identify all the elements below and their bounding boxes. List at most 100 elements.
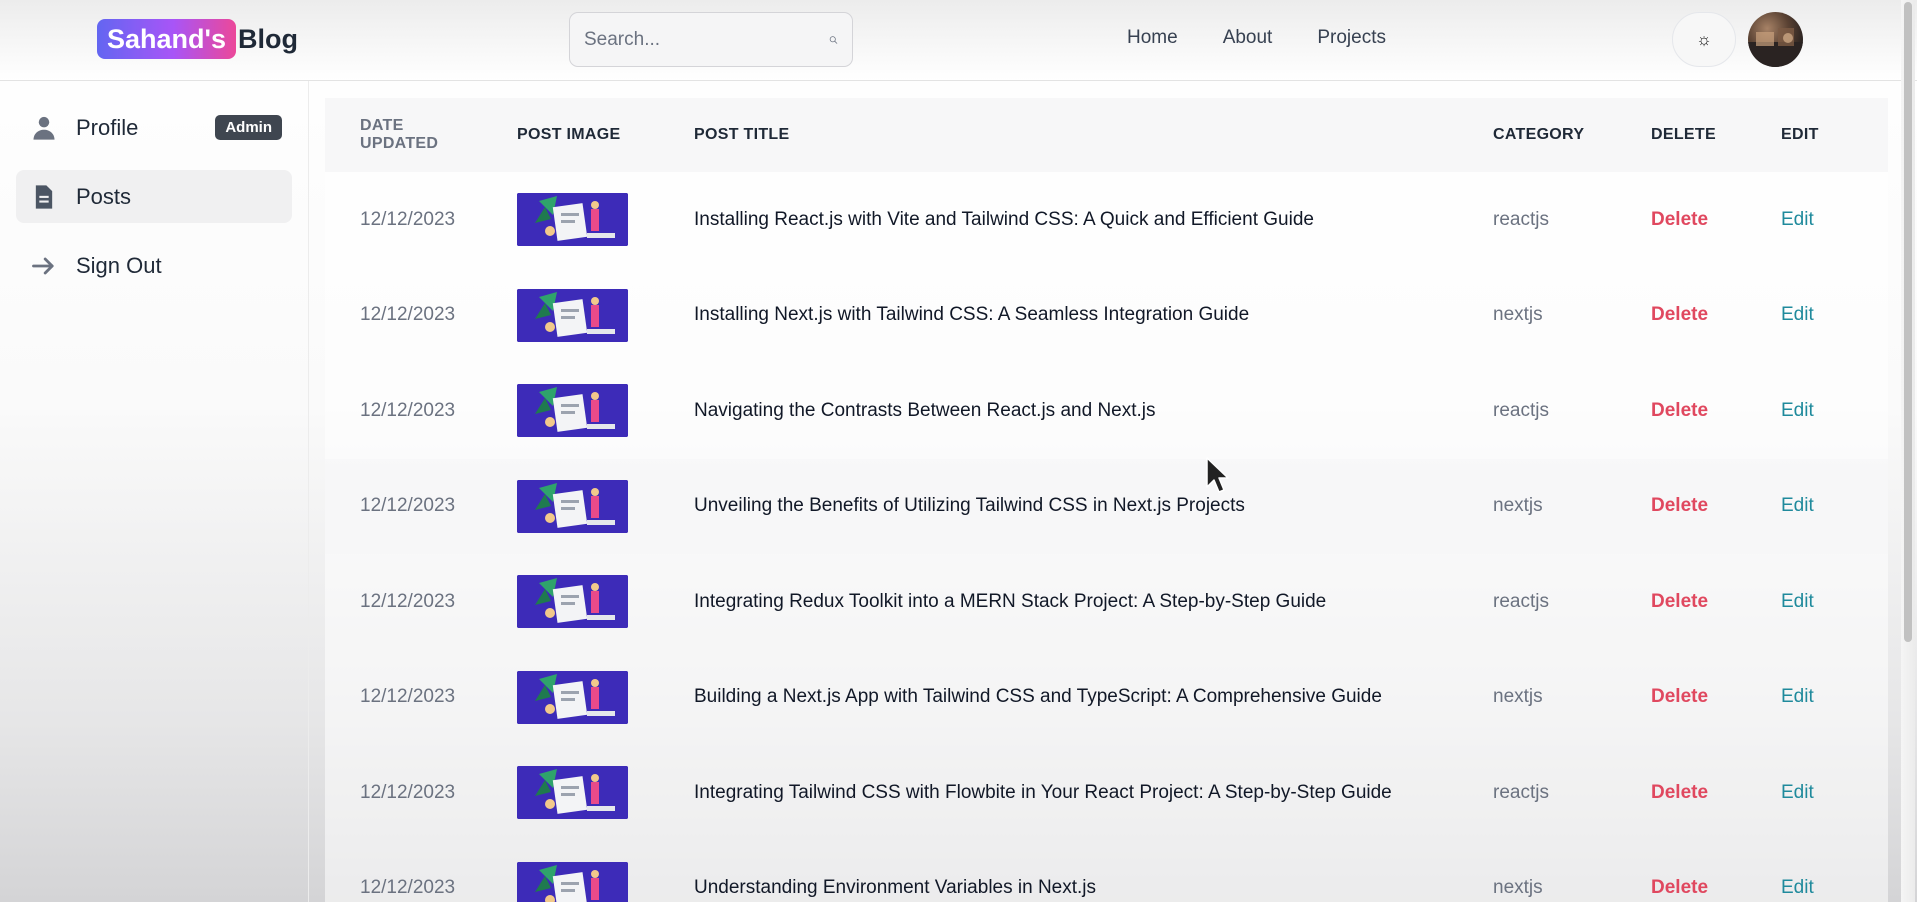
table-row: 12/12/2023 Installing Next.js with Tailwi… — [325, 267, 1888, 364]
sun-icon: ☼ — [1696, 29, 1712, 49]
post-title-link[interactable]: Building a Next.js App with Tailwind CSS… — [694, 650, 1493, 746]
avatar-image — [1748, 28, 1803, 67]
post-date: 12/12/2023 — [360, 877, 456, 899]
header-post-image: POST IMAGE — [517, 98, 694, 172]
avatar[interactable] — [1748, 12, 1803, 67]
post-title-link[interactable]: Integrating Tailwind CSS with Flowbite i… — [694, 745, 1493, 841]
header-edit: EDIT — [1781, 98, 1888, 172]
nav-about-link[interactable]: About — [1223, 27, 1273, 49]
post-image-cell — [517, 650, 694, 746]
post-category: nextjs — [1493, 686, 1543, 708]
nav-projects-link[interactable]: Projects — [1317, 27, 1386, 49]
edit-post-link[interactable]: Edit — [1781, 172, 1888, 268]
edit-post-link[interactable]: Edit — [1781, 363, 1888, 459]
edit-post-link[interactable]: Edit — [1781, 459, 1888, 555]
post-image-cell — [517, 363, 694, 459]
post-thumbnail-image[interactable] — [517, 288, 628, 342]
delete-post-button[interactable]: Delete — [1651, 459, 1781, 555]
post-title-link[interactable]: Integrating Redux Toolkit into a MERN St… — [694, 554, 1493, 650]
table-row: 12/12/2023 Installing React.js with Vite … — [325, 172, 1888, 268]
top-navbar: Sahand's Blog Home About Projects ☼ — [0, 0, 1917, 81]
table-row: 12/12/2023 Integrating Redux Toolkit into… — [325, 554, 1888, 650]
delete-post-button[interactable]: Delete — [1651, 554, 1781, 650]
post-category: reactjs — [1493, 781, 1549, 803]
site-logo[interactable]: Sahand's Blog — [97, 19, 298, 59]
posts-table-container: DATE UPDATED POST IMAGE POST TITLE CATEG… — [325, 98, 1888, 902]
edit-post-link[interactable]: Edit — [1781, 745, 1888, 841]
delete-post-button[interactable]: Delete — [1651, 268, 1781, 364]
table-row: 12/12/2023 Building a Next.js App with Ta… — [325, 649, 1888, 746]
header-category: CATEGORY — [1493, 98, 1651, 172]
post-image-cell — [517, 459, 694, 555]
post-title-link[interactable]: Installing React.js with Vite and Tailwi… — [694, 172, 1493, 268]
search-input[interactable] — [584, 28, 829, 51]
table-row: 12/12/2023 Navigating the Contrasts Betwe… — [325, 363, 1888, 459]
header-date-updated: DATE UPDATED — [325, 98, 517, 172]
sidebar-item-label: Posts — [76, 183, 132, 209]
post-category: reactjs — [1493, 399, 1549, 421]
table-header-row: DATE UPDATED POST IMAGE POST TITLE CATEG… — [325, 98, 1888, 172]
table-row: 12/12/2023 Unveiling the Benefits of Util… — [325, 458, 1888, 555]
user-icon — [30, 114, 58, 142]
post-category: reactjs — [1493, 208, 1549, 230]
search-icon[interactable] — [829, 28, 838, 52]
post-category: nextjs — [1493, 877, 1543, 899]
delete-post-button[interactable]: Delete — [1651, 841, 1781, 902]
edit-post-link[interactable]: Edit — [1781, 554, 1888, 650]
logo-text: Blog — [237, 23, 298, 54]
delete-post-button[interactable]: Delete — [1651, 650, 1781, 746]
post-thumbnail-image[interactable] — [517, 384, 628, 438]
post-date: 12/12/2023 — [360, 686, 456, 708]
posts-table: DATE UPDATED POST IMAGE POST TITLE CATEG… — [325, 98, 1888, 902]
admin-badge: Admin — [215, 115, 282, 140]
post-thumbnail-image[interactable] — [517, 193, 628, 247]
post-title-link[interactable]: Understanding Environment Variables in N… — [694, 841, 1493, 902]
document-icon — [30, 183, 58, 211]
post-title-link[interactable]: Navigating the Contrasts Between React.j… — [694, 363, 1493, 459]
delete-post-button[interactable]: Delete — [1651, 363, 1781, 459]
arrow-right-icon — [30, 252, 58, 280]
sidebar-item-profile[interactable]: Profile Admin — [16, 101, 292, 154]
post-date: 12/12/2023 — [360, 399, 456, 421]
dashboard-sidebar: Profile Admin Posts Sign Out — [0, 81, 309, 902]
sidebar-item-label: Profile — [76, 114, 139, 140]
post-date: 12/12/2023 — [360, 495, 456, 517]
post-category: nextjs — [1493, 495, 1543, 517]
search-box[interactable] — [569, 12, 853, 67]
delete-post-button[interactable]: Delete — [1651, 745, 1781, 841]
post-thumbnail-image[interactable] — [517, 766, 628, 820]
sidebar-item-posts[interactable]: Posts — [16, 170, 292, 223]
edit-post-link[interactable]: Edit — [1781, 841, 1888, 902]
mouse-cursor-icon — [1206, 457, 1229, 493]
edit-post-link[interactable]: Edit — [1781, 268, 1888, 364]
post-thumbnail-image[interactable] — [517, 479, 628, 533]
post-image-cell — [517, 554, 694, 650]
post-date: 12/12/2023 — [360, 304, 456, 326]
main-nav: Home About Projects — [1127, 27, 1431, 49]
edit-post-link[interactable]: Edit — [1781, 650, 1888, 746]
scrollbar-thumb[interactable] — [1904, 2, 1912, 642]
post-title-link[interactable]: Unveiling the Benefits of Utilizing Tail… — [694, 459, 1493, 555]
post-title-link[interactable]: Installing Next.js with Tailwind CSS: A … — [694, 268, 1493, 364]
post-image-cell — [517, 172, 694, 268]
post-thumbnail-image[interactable] — [517, 670, 628, 724]
sidebar-item-sign-out[interactable]: Sign Out — [16, 239, 292, 292]
delete-post-button[interactable]: Delete — [1651, 172, 1781, 268]
table-row: 12/12/2023 Integrating Tailwind CSS with … — [325, 745, 1888, 841]
post-category: nextjs — [1493, 304, 1543, 326]
post-thumbnail-image[interactable] — [517, 575, 628, 629]
post-date: 12/12/2023 — [360, 781, 456, 803]
post-image-cell — [517, 745, 694, 841]
post-thumbnail-image[interactable] — [517, 861, 628, 902]
post-date: 12/12/2023 — [360, 590, 456, 612]
post-date: 12/12/2023 — [360, 208, 456, 230]
page-scrollbar[interactable] — [1901, 0, 1915, 902]
table-row: 12/12/2023 Understanding Environment Vari… — [325, 840, 1888, 902]
header-post-title: POST TITLE — [694, 98, 1493, 172]
post-category: reactjs — [1493, 590, 1549, 612]
post-image-cell — [517, 841, 694, 902]
nav-home-link[interactable]: Home — [1127, 27, 1178, 49]
theme-toggle-button[interactable]: ☼ — [1672, 12, 1736, 67]
logo-badge: Sahand's — [97, 19, 236, 59]
header-delete: DELETE — [1651, 98, 1781, 172]
